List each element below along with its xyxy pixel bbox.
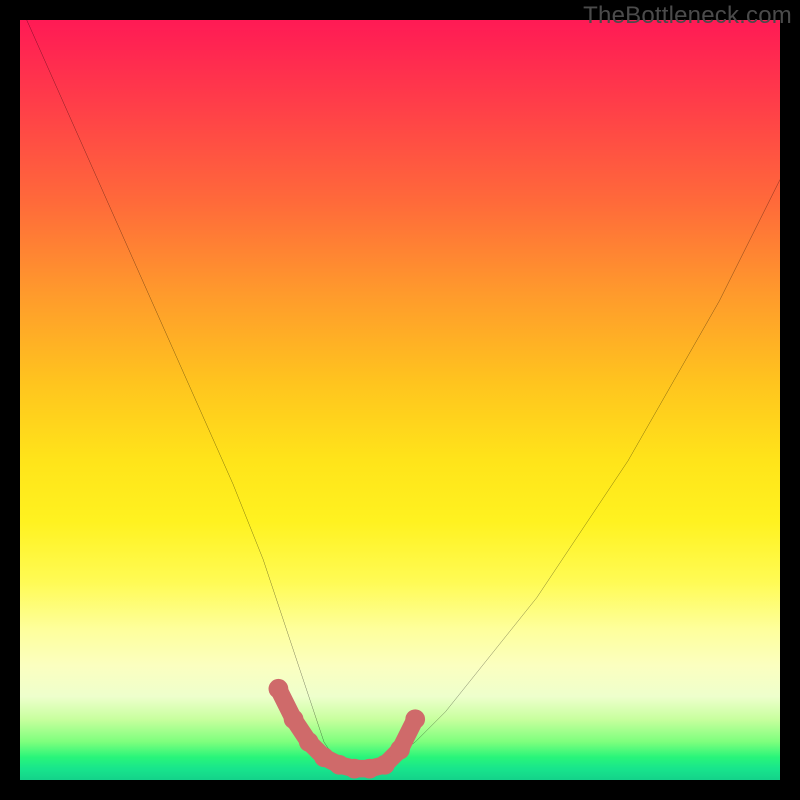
chart-frame: TheBottleneck.com [0, 0, 800, 800]
watermark-text: TheBottleneck.com [583, 2, 792, 30]
sweet-spot-dot [390, 740, 410, 760]
sweet-spot-dot [375, 755, 395, 775]
sweet-spot-highlight [20, 20, 780, 780]
sweet-spot-dot [269, 679, 289, 699]
sweet-spot-dot [299, 732, 319, 752]
sweet-spot-dot [405, 709, 425, 729]
sweet-spot-dot [284, 709, 304, 729]
plot-area [20, 20, 780, 780]
